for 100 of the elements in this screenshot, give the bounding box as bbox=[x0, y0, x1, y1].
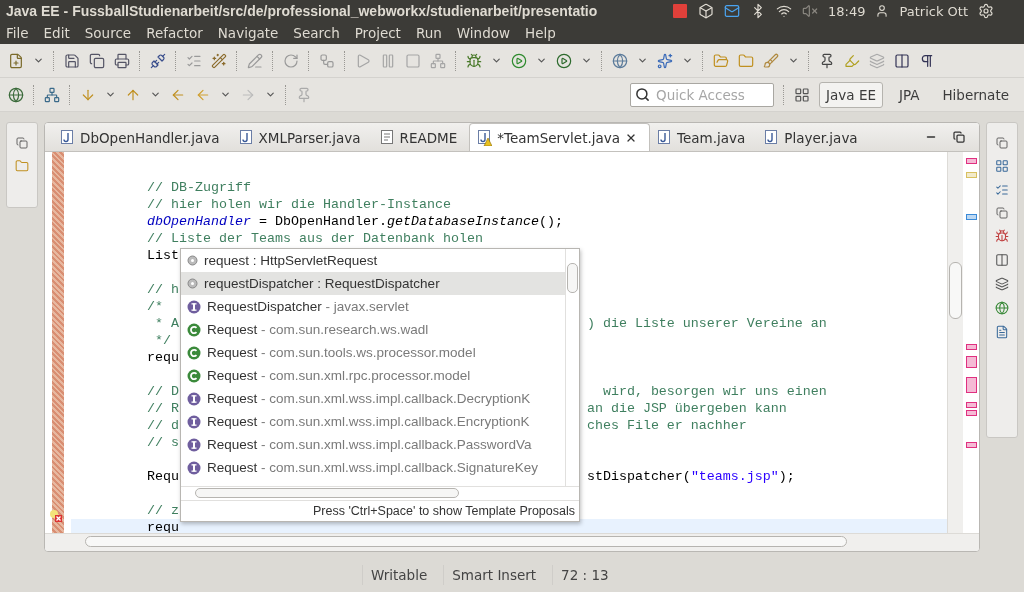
proposal-item[interactable]: Request - com.sun.tools.ws.processor.model bbox=[181, 341, 565, 364]
caret-icon[interactable] bbox=[220, 89, 231, 100]
brush-icon[interactable] bbox=[763, 52, 779, 69]
code-line: requ bbox=[147, 519, 179, 533]
new-file-icon[interactable] bbox=[8, 52, 24, 69]
tree-icon[interactable] bbox=[44, 86, 60, 103]
proposal-item[interactable]: Request - com.sun.xml.wss.impl.callback.SignatureKey bbox=[181, 456, 565, 479]
perspective-button[interactable]: Hibernate bbox=[935, 81, 1016, 108]
menu-item[interactable]: Edit bbox=[43, 25, 70, 41]
search-icon bbox=[635, 87, 651, 102]
volume-muted-icon[interactable] bbox=[802, 3, 818, 19]
plug-icon[interactable] bbox=[150, 52, 166, 69]
field-icon bbox=[187, 255, 198, 266]
caret-icon[interactable] bbox=[788, 55, 799, 66]
menu-item[interactable]: Help bbox=[525, 25, 556, 41]
caret-icon[interactable] bbox=[682, 55, 693, 66]
app-indicator-icon[interactable] bbox=[672, 3, 688, 19]
code-line: Requ bbox=[147, 468, 179, 485]
menu-item[interactable]: Search bbox=[293, 25, 340, 41]
perspective-button[interactable]: JPA bbox=[891, 81, 927, 108]
save-icon[interactable] bbox=[64, 52, 80, 69]
caret-icon[interactable] bbox=[105, 89, 116, 100]
menu-item[interactable]: Window bbox=[456, 25, 511, 41]
open-perspective-icon[interactable] bbox=[794, 86, 811, 103]
columns-icon[interactable] bbox=[894, 52, 910, 69]
user-icon[interactable] bbox=[875, 4, 890, 18]
editor-tab[interactable]: Player.java bbox=[757, 124, 870, 151]
code-line: requ bbox=[147, 349, 179, 366]
code-line: * A bbox=[154, 315, 179, 332]
popup-horizontal-scrollbar[interactable] bbox=[181, 486, 579, 500]
mail-icon[interactable] bbox=[724, 3, 740, 19]
code-line: // z bbox=[147, 502, 179, 519]
caret-icon[interactable] bbox=[265, 89, 276, 100]
wand-icon[interactable] bbox=[211, 52, 227, 69]
editor-tab[interactable]: XMLParser.java bbox=[231, 124, 373, 151]
editor-tab[interactable]: Team.java bbox=[650, 124, 758, 151]
caret-icon[interactable] bbox=[150, 89, 161, 100]
code-line: // R bbox=[147, 400, 179, 417]
code-line: stDispatcher("teams.jsp"); bbox=[586, 468, 795, 485]
clock[interactable]: 18:49 bbox=[828, 3, 866, 19]
popup-scrollbar[interactable] bbox=[565, 249, 579, 486]
restore-icon[interactable] bbox=[996, 207, 1008, 219]
proposal-item[interactable]: Request - com.sun.xml.wss.impl.callback.DecryptionK bbox=[181, 387, 565, 410]
menu-item[interactable]: Project bbox=[354, 25, 401, 41]
folder-icon[interactable] bbox=[15, 159, 29, 173]
bug-icon[interactable] bbox=[466, 52, 482, 69]
maximize-icon[interactable] bbox=[953, 131, 965, 143]
caret-icon[interactable] bbox=[536, 55, 547, 66]
proposal-item[interactable]: request : HttpServletRequest bbox=[181, 249, 565, 272]
class-icon bbox=[187, 368, 201, 383]
caret-icon[interactable] bbox=[491, 55, 502, 66]
proposal-item[interactable]: RequestDispatcher - javax.servlet bbox=[181, 295, 565, 318]
proposal-item[interactable]: requestDispatcher : RequestDispatcher bbox=[181, 272, 565, 295]
editor-tab[interactable]: *TeamServlet.java bbox=[469, 123, 651, 151]
vertical-scrollbar[interactable] bbox=[947, 152, 963, 533]
run-icon[interactable] bbox=[511, 52, 527, 69]
code-line: // d bbox=[147, 417, 179, 434]
template-hint: Press 'Ctrl+Space' to show Template Proposals bbox=[313, 504, 575, 518]
refresh-icon[interactable] bbox=[283, 52, 299, 69]
perspective-button[interactable]: Java EE bbox=[819, 81, 883, 108]
horizontal-scrollbar[interactable] bbox=[45, 533, 979, 551]
caret-icon[interactable] bbox=[33, 55, 44, 66]
editor-tab[interactable]: DbOpenHandler.java bbox=[53, 124, 232, 151]
menu-item[interactable]: Run bbox=[415, 25, 442, 41]
proposal-item[interactable]: Request - com.sun.xml.wss.impl.callback.PasswordVa bbox=[181, 433, 565, 456]
menu-item[interactable]: Source bbox=[84, 25, 132, 41]
proposal-item[interactable]: Request - com.sun.xml.wss.impl.callback.EncryptionK bbox=[181, 410, 565, 433]
globe-icon[interactable] bbox=[612, 52, 628, 69]
pin-icon[interactable] bbox=[819, 52, 835, 69]
code-line: an die JSP übergeben kann bbox=[586, 400, 787, 417]
proposal-item[interactable]: Request - com.sun.research.ws.wadl bbox=[181, 318, 565, 341]
menu-item[interactable]: Refactor bbox=[146, 25, 203, 41]
menu-item[interactable]: Navigate bbox=[217, 25, 279, 41]
pencil-icon[interactable] bbox=[247, 52, 263, 69]
editor-tab[interactable]: README bbox=[372, 124, 470, 151]
code-line: wird, besorgen wir uns einen bbox=[601, 383, 827, 400]
web-browser-icon[interactable] bbox=[8, 86, 24, 103]
highlighter-icon[interactable] bbox=[844, 52, 860, 69]
restore-icon[interactable] bbox=[996, 137, 1008, 149]
error-marker-icon bbox=[49, 509, 63, 523]
status-field: Smart Insert bbox=[443, 565, 553, 585]
tasks-icon[interactable] bbox=[995, 183, 1009, 197]
quick-access-field[interactable]: Quick Access bbox=[630, 82, 775, 107]
print-icon[interactable] bbox=[114, 52, 130, 69]
settings-icon[interactable] bbox=[978, 3, 994, 19]
open-folder-icon[interactable] bbox=[738, 52, 754, 69]
pilcrow-icon[interactable] bbox=[919, 52, 935, 69]
proposal-item[interactable]: Request - com.sun.xml.rpc.processor.model bbox=[181, 364, 565, 387]
code-line: */ bbox=[154, 332, 171, 349]
caret-icon[interactable] bbox=[581, 55, 592, 66]
caret-icon[interactable] bbox=[637, 55, 648, 66]
interface-icon bbox=[187, 299, 201, 314]
code-line: ) die Liste unserer Vereine an bbox=[586, 315, 827, 332]
code-line: // h bbox=[147, 281, 179, 298]
code-line: dbOpenHandler = DbOpenHandler.getDatabaseInstance(); bbox=[147, 213, 563, 230]
flow-icon[interactable] bbox=[319, 52, 335, 69]
user-name[interactable]: Patrick Ott bbox=[899, 3, 968, 19]
wifi-icon[interactable] bbox=[776, 3, 792, 19]
menu-item[interactable]: File bbox=[6, 25, 29, 41]
restore-icon[interactable] bbox=[16, 137, 28, 149]
